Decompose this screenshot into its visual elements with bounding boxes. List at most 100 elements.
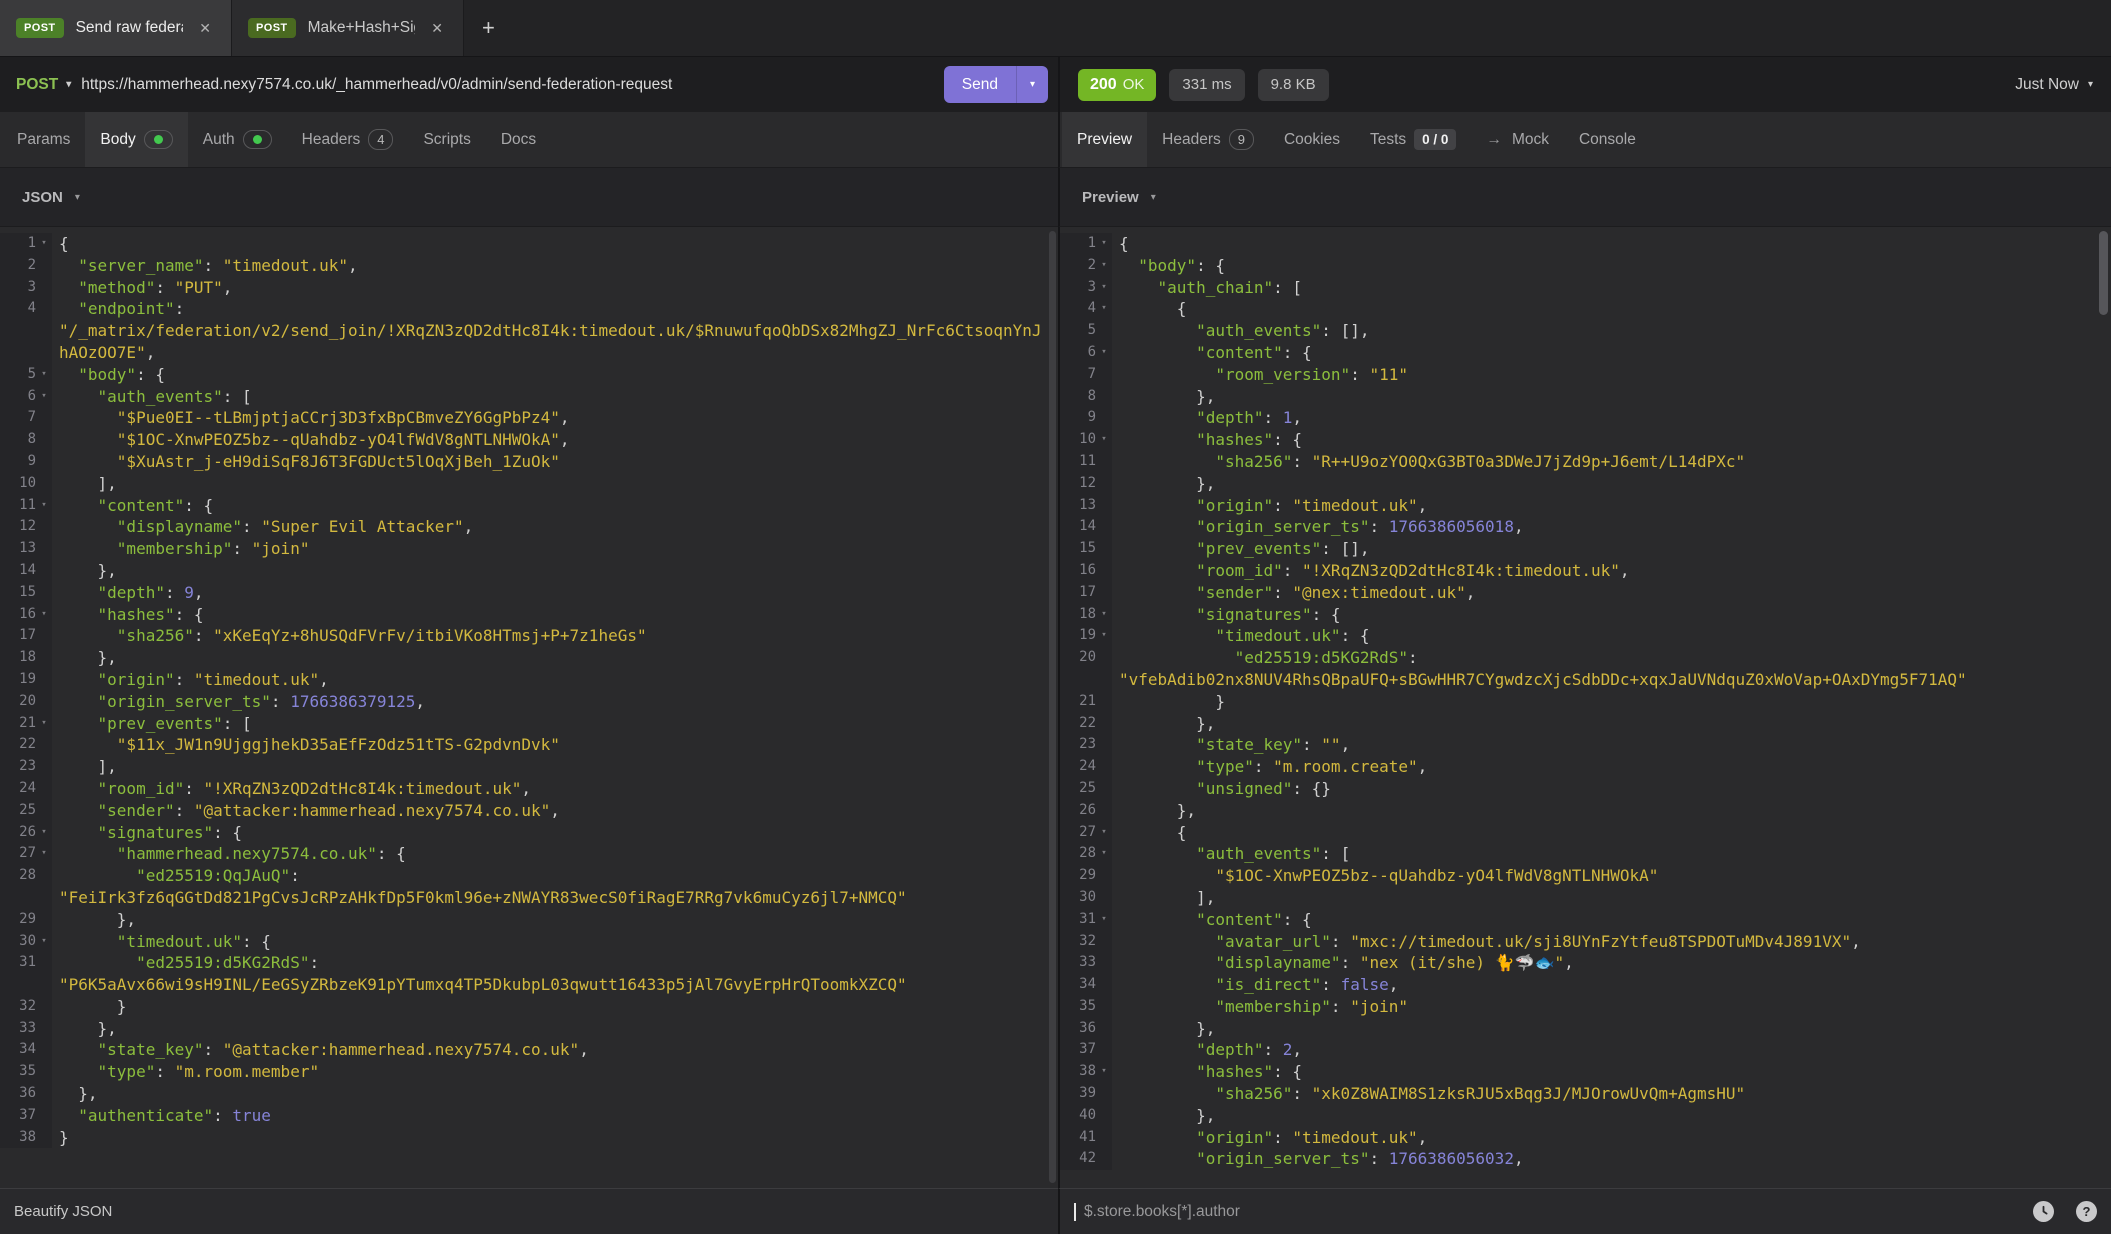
- code-line[interactable]: 8 "$1OC-XnwPEOZ5bz--qUahdbz-yO4lfWdV8gNT…: [0, 429, 1058, 451]
- tab-mock[interactable]: → Mock: [1471, 112, 1564, 167]
- code-line[interactable]: 6▾ "auth_events": [: [0, 386, 1058, 408]
- code-line[interactable]: 21▾ "prev_events": [: [0, 713, 1058, 735]
- code-line[interactable]: 24 "room_id": "!XRqZN3zQD2dtHc8I4k:timed…: [0, 778, 1058, 800]
- tab-cookies[interactable]: Cookies: [1269, 112, 1355, 167]
- code-line[interactable]: 35 "type": "m.room.member": [0, 1061, 1058, 1083]
- method-select[interactable]: POST ▾: [16, 76, 71, 94]
- code-line[interactable]: 10▾ "hashes": {: [1060, 429, 2111, 451]
- code-line[interactable]: 32 "avatar_url": "mxc://timedout.uk/sji8…: [1060, 931, 2111, 953]
- fold-arrow-icon[interactable]: ▾: [36, 713, 52, 735]
- code-line[interactable]: 5▾ "body": {: [0, 364, 1058, 386]
- code-line[interactable]: 12 },: [1060, 473, 2111, 495]
- code-line[interactable]: 2▾ "body": {: [1060, 255, 2111, 277]
- code-line[interactable]: 27▾ "hammerhead.nexy7574.co.uk": {: [0, 843, 1058, 865]
- workspace-tab-send-raw-federation[interactable]: POST Send raw federati... ✕: [0, 0, 232, 56]
- body-type-dropdown[interactable]: JSON: [22, 189, 63, 206]
- code-line[interactable]: 30 ],: [1060, 887, 2111, 909]
- code-line[interactable]: 9 "$XuAstr_j-eH9diSqF8J6T3FGDUct5lOqXjBe…: [0, 451, 1058, 473]
- code-line[interactable]: 25 "unsigned": {}: [1060, 778, 2111, 800]
- code-line[interactable]: 17 "sender": "@nex:timedout.uk",: [1060, 582, 2111, 604]
- tab-console[interactable]: Console: [1564, 112, 1651, 167]
- code-line[interactable]: 13 "origin": "timedout.uk",: [1060, 495, 2111, 517]
- code-line[interactable]: 19 "origin": "timedout.uk",: [0, 669, 1058, 691]
- code-line[interactable]: 16▾ "hashes": {: [0, 604, 1058, 626]
- tab-response-headers[interactable]: Headers 9: [1147, 112, 1269, 167]
- close-icon[interactable]: ✕: [195, 18, 215, 39]
- url-input[interactable]: https://hammerhead.nexy7574.co.uk/_hamme…: [81, 76, 928, 94]
- fold-arrow-icon[interactable]: ▾: [1096, 255, 1112, 277]
- code-line[interactable]: 1▾{: [0, 233, 1058, 255]
- fold-arrow-icon[interactable]: ▾: [1096, 342, 1112, 364]
- filter-response-input[interactable]: $.store.books[*].author: [1084, 1203, 2011, 1221]
- fold-arrow-icon[interactable]: ▾: [36, 843, 52, 865]
- code-line[interactable]: 41 "origin": "timedout.uk",: [1060, 1127, 2111, 1149]
- chevron-down-icon[interactable]: ▾: [1017, 79, 1048, 90]
- code-line[interactable]: 22 },: [1060, 713, 2111, 735]
- new-tab-button[interactable]: +: [464, 0, 513, 56]
- fold-arrow-icon[interactable]: ▾: [36, 495, 52, 517]
- code-line[interactable]: 20 "ed25519:d5KG2RdS": "vfebAdib02nx8NUV…: [1060, 647, 2111, 691]
- code-line[interactable]: 20 "origin_server_ts": 1766386379125,: [0, 691, 1058, 713]
- code-line[interactable]: 34 "is_direct": false,: [1060, 974, 2111, 996]
- fold-arrow-icon[interactable]: ▾: [1096, 625, 1112, 647]
- code-line[interactable]: 2 "server_name": "timedout.uk",: [0, 255, 1058, 277]
- fold-arrow-icon[interactable]: ▾: [1096, 298, 1112, 320]
- code-line[interactable]: 33 },: [0, 1018, 1058, 1040]
- fold-arrow-icon[interactable]: ▾: [1096, 843, 1112, 865]
- code-line[interactable]: 11▾ "content": {: [0, 495, 1058, 517]
- code-line[interactable]: 36 },: [0, 1083, 1058, 1105]
- send-button[interactable]: Send ▾: [944, 66, 1048, 103]
- code-line[interactable]: 32 }: [0, 996, 1058, 1018]
- tab-docs[interactable]: Docs: [486, 112, 551, 167]
- code-line[interactable]: 26▾ "signatures": {: [0, 822, 1058, 844]
- request-scrollbar[interactable]: [1049, 231, 1056, 1183]
- response-scrollbar-thumb[interactable]: [2099, 231, 2108, 315]
- fold-arrow-icon[interactable]: ▾: [36, 233, 52, 255]
- code-line[interactable]: 31 "ed25519:d5KG2RdS": "P6K5aAvx66wi9sH9…: [0, 952, 1058, 996]
- code-line[interactable]: 24 "type": "m.room.create",: [1060, 756, 2111, 778]
- fold-arrow-icon[interactable]: ▾: [36, 604, 52, 626]
- tab-tests[interactable]: Tests 0 / 0: [1355, 112, 1471, 167]
- fold-arrow-icon[interactable]: ▾: [1096, 909, 1112, 931]
- fold-arrow-icon[interactable]: ▾: [1096, 604, 1112, 626]
- code-line[interactable]: 29 "$1OC-XnwPEOZ5bz--qUahdbz-yO4lfWdV8gN…: [1060, 865, 2111, 887]
- code-line[interactable]: 21 }: [1060, 691, 2111, 713]
- code-line[interactable]: 30▾ "timedout.uk": {: [0, 931, 1058, 953]
- code-line[interactable]: 17 "sha256": "xKeEqYz+8hUSQdFVrFv/itbiVK…: [0, 625, 1058, 647]
- code-line[interactable]: 37 "depth": 2,: [1060, 1039, 2111, 1061]
- code-line[interactable]: 36 },: [1060, 1018, 2111, 1040]
- code-line[interactable]: 7 "$Pue0EI--tLBmjptjaCCrj3D3fxBpCBmveZY6…: [0, 407, 1058, 429]
- code-line[interactable]: 9 "depth": 1,: [1060, 407, 2111, 429]
- code-line[interactable]: 4▾ {: [1060, 298, 2111, 320]
- code-line[interactable]: 15 "depth": 9,: [0, 582, 1058, 604]
- help-icon[interactable]: ?: [2076, 1201, 2097, 1222]
- code-line[interactable]: 18▾ "signatures": {: [1060, 604, 2111, 626]
- code-line[interactable]: 3 "method": "PUT",: [0, 277, 1058, 299]
- code-line[interactable]: 31▾ "content": {: [1060, 909, 2111, 931]
- workspace-tab-make-hash-sign[interactable]: POST Make+Hash+Sign... ✕: [232, 0, 464, 56]
- code-line[interactable]: 42 "origin_server_ts": 1766386056032,: [1060, 1148, 2111, 1170]
- response-history-dropdown[interactable]: Just Now ▾: [2015, 76, 2093, 94]
- tab-body[interactable]: Body: [85, 112, 187, 167]
- fold-arrow-icon[interactable]: ▾: [36, 931, 52, 953]
- request-body-editor[interactable]: 1▾{2 "server_name": "timedout.uk",3 "met…: [0, 227, 1058, 1188]
- code-line[interactable]: 26 },: [1060, 800, 2111, 822]
- code-line[interactable]: 38}: [0, 1127, 1058, 1149]
- code-line[interactable]: 25 "sender": "@attacker:hammerhead.nexy7…: [0, 800, 1058, 822]
- history-clock-icon[interactable]: [2033, 1201, 2054, 1222]
- code-line[interactable]: 11 "sha256": "R++U9ozYO0QxG3BT0a3DWeJ7jZ…: [1060, 451, 2111, 473]
- code-line[interactable]: 39 "sha256": "xk0Z8WAIM8S1zksRJU5xBqg3J/…: [1060, 1083, 2111, 1105]
- code-line[interactable]: 23 ],: [0, 756, 1058, 778]
- code-line[interactable]: 15 "prev_events": [],: [1060, 538, 2111, 560]
- code-line[interactable]: 29 },: [0, 909, 1058, 931]
- code-line[interactable]: 18 },: [0, 647, 1058, 669]
- tab-preview[interactable]: Preview: [1062, 112, 1147, 167]
- response-preview-editor[interactable]: 1▾{2▾ "body": {3▾ "auth_chain": [4▾ {5 "…: [1058, 227, 2111, 1188]
- tab-scripts[interactable]: Scripts: [408, 112, 485, 167]
- code-line[interactable]: 27▾ {: [1060, 822, 2111, 844]
- code-line[interactable]: 35 "membership": "join": [1060, 996, 2111, 1018]
- fold-arrow-icon[interactable]: ▾: [1096, 822, 1112, 844]
- code-line[interactable]: 4 "endpoint": "/_matrix/federation/v2/se…: [0, 298, 1058, 363]
- code-line[interactable]: 37 "authenticate": true: [0, 1105, 1058, 1127]
- code-line[interactable]: 22 "$11x_JW1n9UjggjhekD35aEfFzOdz51tTS-G…: [0, 734, 1058, 756]
